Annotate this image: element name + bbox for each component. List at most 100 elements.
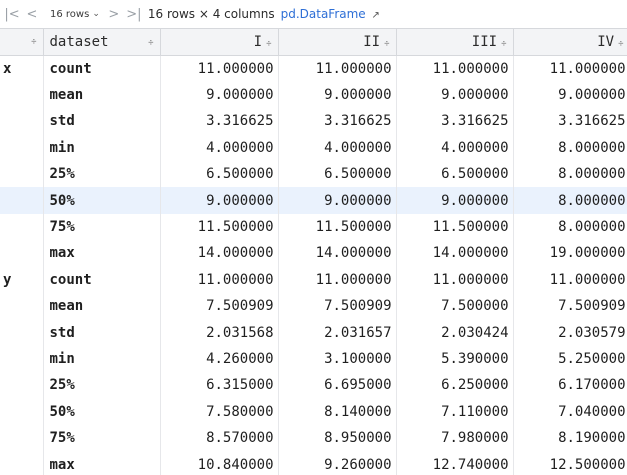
value-cell[interactable]: 8.000000 [513,134,627,162]
value-cell[interactable]: 4.260000 [160,345,279,373]
table-row[interactable]: 25% 6.315000 6.695000 6.250000 6.170000 [0,372,627,399]
index-level-1-cell[interactable]: std [43,108,161,135]
value-cell[interactable]: 11.000000 [396,55,514,82]
value-cell[interactable]: 9.000000 [278,81,397,109]
value-cell[interactable]: 8.140000 [278,398,397,425]
value-cell[interactable]: 8.190000 [513,424,627,452]
index-level-1-cell[interactable]: count [43,55,161,82]
index-level-0-cell[interactable] [0,424,44,452]
index-level-1-cell[interactable]: std [43,319,161,346]
value-cell[interactable]: 4.000000 [278,134,397,162]
index-level-0-cell[interactable] [0,319,44,346]
value-cell[interactable]: 7.500909 [160,293,279,320]
table-row[interactable]: mean 9.000000 9.000000 9.000000 9.000000 [0,81,627,109]
table-row[interactable]: y count 11.000000 11.000000 11.000000 11.0000… [0,266,627,294]
value-cell[interactable]: 9.000000 [396,81,514,109]
value-cell[interactable]: 6.250000 [396,372,514,399]
index-level-0-cell[interactable] [0,293,44,320]
table-row[interactable]: max 10.840000 9.260000 12.740000 12.500000 [0,451,627,475]
column-header-III[interactable]: III ÷ [396,28,514,56]
value-cell[interactable]: 12.500000 [513,451,627,475]
value-cell[interactable]: 9.000000 [396,187,514,214]
value-cell[interactable]: 9.260000 [278,451,397,475]
value-cell[interactable]: 4.000000 [160,134,279,162]
table-row[interactable]: max 14.000000 14.000000 14.000000 19.000000 [0,240,627,267]
value-cell[interactable]: 6.170000 [513,372,627,399]
sort-icon[interactable]: ÷ [148,38,153,48]
value-cell[interactable]: 6.500000 [396,161,514,188]
index-level-0-cell[interactable]: y [0,266,44,294]
sort-icon[interactable]: ÷ [31,37,36,47]
value-cell[interactable]: 11.000000 [278,55,397,82]
index-column-header[interactable]: ÷ [0,28,44,56]
dataframe-type-link[interactable]: pd.DataFrame ↗ [281,7,380,21]
table-row[interactable]: x count 11.000000 11.000000 11.000000 11.0000… [0,55,627,82]
table-row[interactable]: 50% 9.000000 9.000000 9.000000 8.000000 [0,187,627,214]
value-cell[interactable]: 3.316625 [396,108,514,135]
value-cell[interactable]: 11.500000 [160,213,279,241]
value-cell[interactable]: 7.500000 [396,293,514,320]
value-cell[interactable]: 9.000000 [160,187,279,214]
value-cell[interactable]: 2.030424 [396,319,514,346]
first-page-icon[interactable]: |< [2,7,22,22]
value-cell[interactable]: 11.000000 [278,266,397,294]
value-cell[interactable]: 5.390000 [396,345,514,373]
next-page-icon[interactable]: > [104,7,124,22]
value-cell[interactable]: 2.031657 [278,319,397,346]
index-level-0-cell[interactable] [0,213,44,241]
index-level-0-cell[interactable] [0,81,44,109]
sort-icon[interactable]: ÷ [501,39,506,49]
table-row[interactable]: std 2.031568 2.031657 2.030424 2.030579 [0,319,627,346]
value-cell[interactable]: 2.031568 [160,319,279,346]
value-cell[interactable]: 3.316625 [513,108,627,135]
index-level-1-cell[interactable]: 25% [43,372,161,399]
sort-icon[interactable]: ÷ [266,39,271,49]
dataframe-viewer[interactable]: ÷ dataset ÷ I ÷ II ÷ III ÷ IV ÷ x count … [0,28,627,475]
table-row[interactable]: 75% 11.500000 11.500000 11.500000 8.000000 [0,213,627,241]
index-level-1-cell[interactable]: min [43,134,161,162]
index-level-0-cell[interactable] [0,345,44,373]
value-cell[interactable]: 9.000000 [513,81,627,109]
index-level-0-cell[interactable] [0,187,44,214]
value-cell[interactable]: 3.316625 [278,108,397,135]
index-level-0-cell[interactable] [0,134,44,162]
value-cell[interactable]: 11.500000 [396,213,514,241]
table-row[interactable]: mean 7.500909 7.500909 7.500000 7.500909 [0,293,627,320]
index-level-1-cell[interactable]: mean [43,81,161,109]
index-level-1-cell[interactable]: 75% [43,213,161,241]
value-cell[interactable]: 7.580000 [160,398,279,425]
table-row[interactable]: 75% 8.570000 8.950000 7.980000 8.190000 [0,424,627,452]
column-header-dataset[interactable]: dataset ÷ [43,28,161,56]
table-row[interactable]: min 4.260000 3.100000 5.390000 5.250000 [0,345,627,373]
value-cell[interactable]: 11.000000 [396,266,514,294]
value-cell[interactable]: 14.000000 [160,240,279,267]
value-cell[interactable]: 6.315000 [160,372,279,399]
value-cell[interactable]: 8.000000 [513,187,627,214]
value-cell[interactable]: 6.500000 [160,161,279,188]
value-cell[interactable]: 11.000000 [513,55,627,82]
index-level-0-cell[interactable] [0,372,44,399]
value-cell[interactable]: 11.000000 [513,266,627,294]
index-level-1-cell[interactable]: 75% [43,424,161,452]
value-cell[interactable]: 12.740000 [396,451,514,475]
index-level-1-cell[interactable]: mean [43,293,161,320]
value-cell[interactable]: 6.500000 [278,161,397,188]
index-level-1-cell[interactable]: count [43,266,161,294]
value-cell[interactable]: 11.000000 [160,266,279,294]
index-level-0-cell[interactable] [0,451,44,475]
value-cell[interactable]: 4.000000 [396,134,514,162]
value-cell[interactable]: 8.570000 [160,424,279,452]
value-cell[interactable]: 14.000000 [278,240,397,267]
value-cell[interactable]: 8.000000 [513,213,627,241]
value-cell[interactable]: 5.250000 [513,345,627,373]
value-cell[interactable]: 9.000000 [278,187,397,214]
sort-icon[interactable]: ÷ [618,39,623,49]
value-cell[interactable]: 7.110000 [396,398,514,425]
index-level-0-cell[interactable] [0,240,44,267]
index-level-1-cell[interactable]: 25% [43,161,161,188]
value-cell[interactable]: 11.500000 [278,213,397,241]
value-cell[interactable]: 7.040000 [513,398,627,425]
column-header-IV[interactable]: IV ÷ [513,28,627,56]
value-cell[interactable]: 9.000000 [160,81,279,109]
table-row[interactable]: std 3.316625 3.316625 3.316625 3.316625 [0,108,627,135]
